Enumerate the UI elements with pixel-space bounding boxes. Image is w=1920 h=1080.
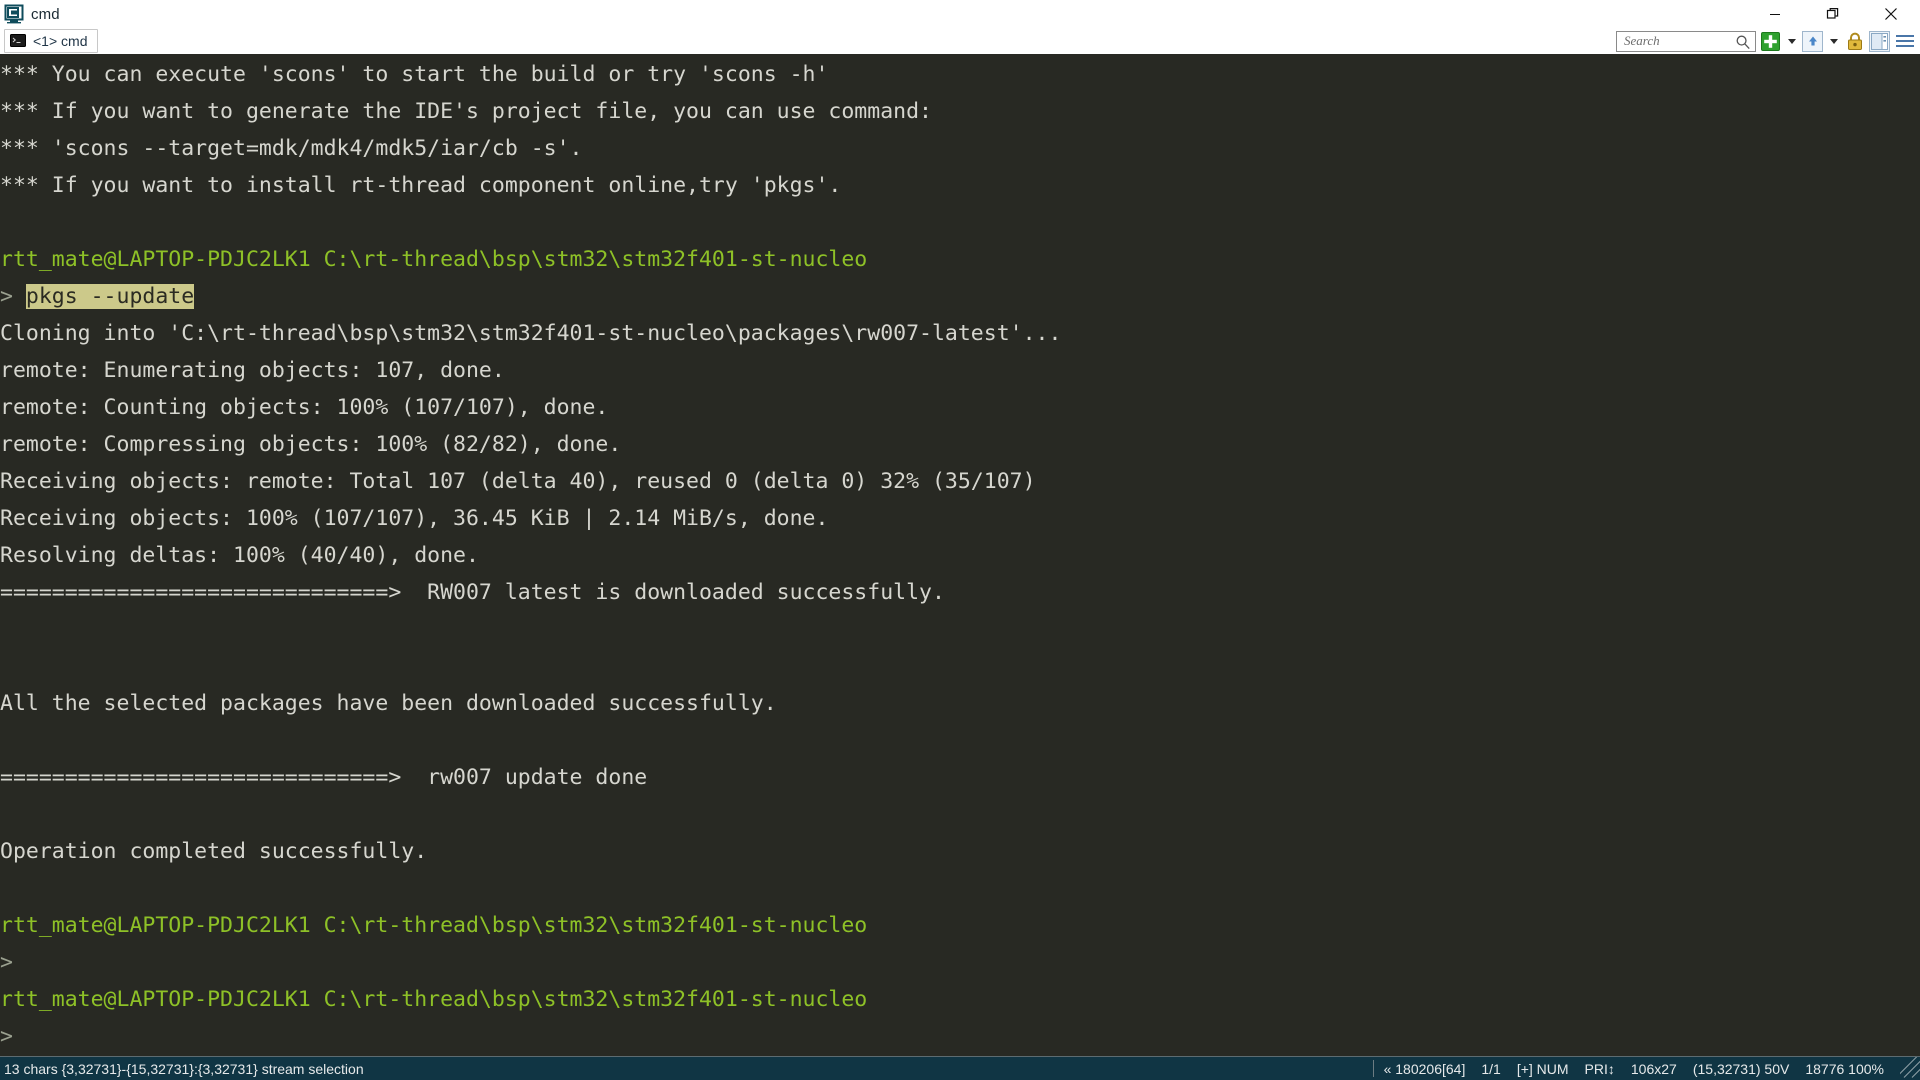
terminal-output-text: All the selected packages have been down…	[0, 691, 777, 716]
terminal-output-text: remote: Enumerating objects: 107, done.	[0, 358, 505, 383]
terminal-line: > pkgs --update	[0, 278, 1920, 315]
minimize-icon	[1770, 14, 1780, 15]
lock-button[interactable]	[1844, 31, 1865, 52]
terminal-line: *** If you want to install rt-thread com…	[0, 167, 1920, 204]
terminal-line: Resolving deltas: 100% (40/40), done.	[0, 537, 1920, 574]
new-console-dropdown[interactable]	[1785, 31, 1798, 52]
status-cell: (15,32731) 50V	[1692, 1060, 1790, 1077]
chevron-down-icon	[1829, 38, 1838, 44]
terminal-output-text: *** 'scons --target=mdk/mdk4/mdk5/iar/cb…	[0, 136, 583, 161]
terminal-line: *** If you want to generate the IDE's pr…	[0, 93, 1920, 130]
status-cell: 106x27	[1630, 1060, 1677, 1077]
close-button[interactable]	[1862, 0, 1920, 28]
terminal-line: rtt_mate@LAPTOP-PDJC2LK1 C:\rt-thread\bs…	[0, 981, 1920, 1018]
console-icon	[10, 34, 26, 48]
terminal-line: >	[0, 944, 1920, 981]
search-box[interactable]	[1616, 30, 1756, 55]
terminal-line: remote: Compressing objects: 100% (82/82…	[0, 426, 1920, 463]
shell-prompt: rtt_mate@LAPTOP-PDJC2LK1 C:\rt-thread\bs…	[0, 247, 868, 272]
hamburger-menu-icon	[1896, 35, 1914, 37]
shell-prompt: rtt_mate@LAPTOP-PDJC2LK1 C:\rt-thread\bs…	[0, 913, 868, 938]
resize-grip[interactable]	[1900, 1057, 1920, 1080]
active-console-dropdown[interactable]	[1827, 31, 1840, 52]
search-input[interactable]	[1622, 32, 1738, 50]
tab-cmd[interactable]: <1> cmd	[4, 29, 99, 53]
terminal-output-text: Resolving deltas: 100% (40/40), done.	[0, 543, 479, 568]
terminal-line: >	[0, 1018, 1920, 1055]
padlock-icon	[1847, 32, 1862, 50]
conemu-window: cmd <1> cmd Search *** You can execute '…	[0, 0, 1920, 1080]
terminal-output-text: ==============================> rw007 up…	[0, 765, 648, 790]
terminal-output-text: Operation completed successfully.	[0, 839, 428, 864]
active-console-button[interactable]	[1802, 30, 1823, 52]
magnifier-icon	[1735, 34, 1751, 55]
terminal-line: rtt_mate@LAPTOP-PDJC2LK1 C:\rt-thread\bs…	[0, 907, 1920, 944]
chevron-down-icon	[1787, 38, 1796, 44]
terminal-output-text: remote: Compressing objects: 100% (82/82…	[0, 432, 622, 457]
close-icon	[1885, 8, 1897, 20]
terminal-output-text: ==============================> RW007 la…	[0, 580, 945, 605]
restore-icon	[1826, 8, 1839, 19]
terminal-line: ==============================> RW007 la…	[0, 574, 1920, 611]
window-controls	[1746, 0, 1920, 28]
minimize-button[interactable]	[1746, 0, 1804, 28]
status-right-group: « 180206[64] 1/1 [+] NUM PRI↕ 106x27 (15,3273…	[1372, 1057, 1920, 1080]
panel-view-icon	[1871, 32, 1888, 50]
prompt-caret: >	[0, 1024, 13, 1049]
new-console-plus-icon	[1761, 31, 1780, 51]
terminal-line: Receiving objects: remote: Total 107 (de…	[0, 463, 1920, 500]
terminal-line: Cloning into 'C:\rt-thread\bsp\stm32\stm…	[0, 315, 1920, 352]
terminal-line: Operation completed successfully.	[0, 833, 1920, 870]
terminal-output-text: Receiving objects: 100% (107/107), 36.45…	[0, 506, 829, 531]
tab-bar: <1> cmd	[0, 28, 1920, 54]
terminal-output-area[interactable]: *** You can execute 'scons' to start the…	[0, 54, 1920, 1056]
terminal-output-text: remote: Counting objects: 100% (107/107)…	[0, 395, 609, 420]
terminal-line: Receiving objects: 100% (107/107), 36.45…	[0, 500, 1920, 537]
shell-prompt: rtt_mate@LAPTOP-PDJC2LK1 C:\rt-thread\bs…	[0, 987, 868, 1012]
prompt-caret: >	[0, 950, 13, 975]
menu-button[interactable]	[1894, 31, 1916, 52]
status-separator	[1372, 1060, 1374, 1077]
terminal-output-text: Cloning into 'C:\rt-thread\bsp\stm32\stm…	[0, 321, 1062, 346]
terminal-line: remote: Enumerating objects: 107, done.	[0, 352, 1920, 389]
terminal-output-text: *** You can execute 'scons' to start the…	[0, 62, 829, 87]
status-cell: « 180206[64]	[1383, 1060, 1466, 1077]
terminal-line: *** 'scons --target=mdk/mdk4/mdk5/iar/cb…	[0, 130, 1920, 167]
status-cell: PRI↕	[1584, 1060, 1615, 1077]
panels-button[interactable]	[1869, 30, 1890, 52]
new-console-button[interactable]	[1760, 31, 1781, 52]
terminal-output-text: *** If you want to install rt-thread com…	[0, 173, 842, 198]
terminal-line: All the selected packages have been down…	[0, 685, 1920, 722]
status-cell: [+] NUM	[1516, 1060, 1569, 1077]
title-bar: cmd	[0, 0, 1920, 28]
prompt-caret: >	[0, 284, 26, 309]
status-cell: 1/1	[1481, 1060, 1501, 1077]
selected-command-text[interactable]: pkgs --update	[25, 284, 195, 309]
tab-label: <1> cmd	[33, 33, 88, 49]
status-selection-info: 13 chars {3,32731}-{15,32731}:{3,32731} …	[4, 1060, 364, 1077]
terminal-line: remote: Counting objects: 100% (107/107)…	[0, 389, 1920, 426]
status-cell: 18776 100%	[1805, 1060, 1884, 1077]
terminal-line: rtt_mate@LAPTOP-PDJC2LK1 C:\rt-thread\bs…	[0, 241, 1920, 278]
terminal-output-text: *** If you want to generate the IDE's pr…	[0, 99, 932, 124]
terminal-lines: *** You can execute 'scons' to start the…	[0, 56, 1920, 1055]
terminal-output-text: Receiving objects: remote: Total 107 (de…	[0, 469, 1036, 494]
toolbar	[1616, 28, 1916, 54]
up-arrow-icon	[1808, 36, 1817, 46]
status-bar: 13 chars {3,32731}-{15,32731}:{3,32731} …	[0, 1056, 1920, 1080]
terminal-line: *** You can execute 'scons' to start the…	[0, 56, 1920, 93]
restore-button[interactable]	[1804, 0, 1862, 28]
window-title: cmd	[31, 5, 60, 23]
conemu-icon	[4, 4, 24, 24]
terminal-line: ==============================> rw007 up…	[0, 759, 1920, 796]
